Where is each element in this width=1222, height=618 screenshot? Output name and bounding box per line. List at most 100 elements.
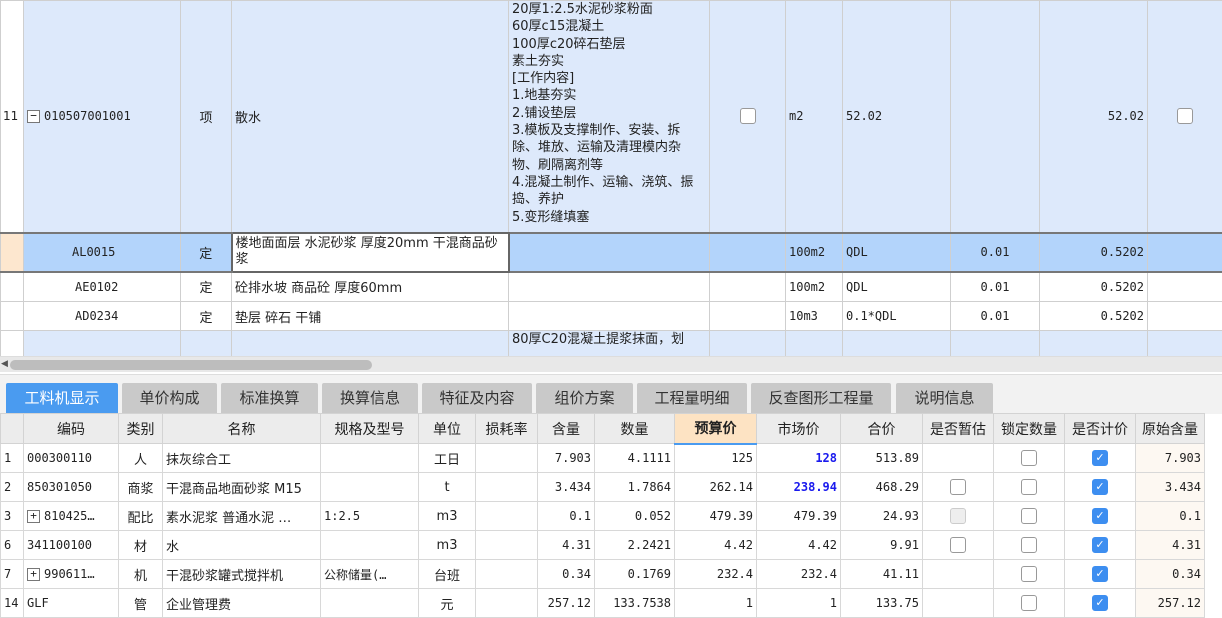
resource-row[interactable]: 1000300110人抹灰综合工工日7.9034.1111125128513.8… (1, 444, 1205, 473)
provisional-checkbox[interactable] (950, 508, 966, 524)
tab-quantity-detail[interactable]: 工程量明细 (637, 383, 747, 414)
resource-row[interactable]: 7+990611…机干混砂浆罐式搅拌机公称储量(…台班0.340.1769232… (1, 560, 1205, 589)
checkbox[interactable] (740, 108, 756, 124)
resource-content[interactable]: 4.31 (538, 531, 595, 560)
resource-row[interactable]: 2850301050商浆干混商品地面砂浆 M15t3.4341.7864262.… (1, 473, 1205, 502)
bill-row[interactable]: 11 −010507001001 项 散水 20厚1:2.5水泥砂浆粉面 60厚… (1, 1, 1222, 233)
scroll-left-icon[interactable]: ◀ (1, 359, 8, 369)
lock-qty-checkbox[interactable] (1021, 508, 1037, 524)
col-total[interactable]: 合价 (841, 414, 923, 444)
is-priced-checkbox[interactable]: ✓ (1092, 450, 1108, 466)
tab-standard-conversion[interactable]: 标准换算 (221, 383, 318, 414)
col-code[interactable]: 编码 (24, 414, 119, 444)
item-coef (951, 1, 1040, 233)
resource-code: +810425… (24, 502, 119, 531)
resource-unit: m3 (419, 531, 476, 560)
col-unit[interactable]: 单位 (419, 414, 476, 444)
quota-unit: 100m2 (786, 272, 843, 302)
lock-qty-cell (994, 473, 1065, 502)
lock-qty-cell (994, 531, 1065, 560)
resource-unit: 工日 (419, 444, 476, 473)
quota-unit: 10m3 (786, 302, 843, 331)
col-name[interactable]: 名称 (163, 414, 321, 444)
row-number: 6 (1, 531, 24, 560)
col-content[interactable]: 含量 (538, 414, 595, 444)
item-unit: m2 (786, 1, 843, 233)
resource-row[interactable]: 6341100100材水m34.312.24214.424.429.91✓4.3… (1, 531, 1205, 560)
col-loss-rate[interactable]: 损耗率 (476, 414, 538, 444)
lock-qty-checkbox[interactable] (1021, 595, 1037, 611)
scrollbar-thumb[interactable] (10, 360, 372, 370)
is-priced-checkbox[interactable]: ✓ (1092, 595, 1108, 611)
lock-qty-checkbox[interactable] (1021, 479, 1037, 495)
lock-qty-checkbox[interactable] (1021, 566, 1037, 582)
resource-spec (321, 444, 419, 473)
horizontal-scrollbar[interactable]: ◀ (0, 356, 1222, 372)
resource-market-price[interactable]: 1 (757, 589, 841, 618)
header-row: 编码 类别 名称 规格及型号 单位 损耗率 含量 数量 预算价 市场价 合价 是… (1, 414, 1205, 444)
resource-row[interactable]: 3+810425…配比素水泥浆 普通水泥 …1:2.5m30.10.052479… (1, 502, 1205, 531)
quota-expr: QDL (843, 272, 951, 302)
bill-row[interactable]: 80厚C20混凝土提浆抹面，划 (1, 331, 1222, 357)
lock-qty-checkbox[interactable] (1021, 537, 1037, 553)
checkbox[interactable] (1177, 108, 1193, 124)
resource-total: 41.11 (841, 560, 923, 589)
tab-labor-material-machine[interactable]: 工料机显示 (6, 383, 118, 414)
col-category[interactable]: 类别 (119, 414, 163, 444)
provisional-cell (923, 444, 994, 473)
expand-toggle[interactable]: + (27, 568, 40, 581)
tab-conversion-info[interactable]: 换算信息 (322, 383, 418, 414)
resource-code: GLF (24, 589, 119, 618)
col-market-price[interactable]: 市场价 (757, 414, 841, 444)
resource-total: 9.91 (841, 531, 923, 560)
collapse-toggle[interactable]: − (27, 110, 40, 123)
provisional-checkbox[interactable] (950, 537, 966, 553)
tab-description[interactable]: 说明信息 (896, 383, 993, 414)
resource-name: 素水泥浆 普通水泥 … (163, 502, 321, 531)
resource-content[interactable]: 7.903 (538, 444, 595, 473)
quota-row[interactable]: AE0102 定 砼排水坡 商品砼 厚度60mm 100m2 QDL 0.01 … (1, 272, 1222, 302)
resource-content[interactable]: 0.1 (538, 502, 595, 531)
col-quantity[interactable]: 数量 (595, 414, 675, 444)
resource-market-price[interactable]: 232.4 (757, 560, 841, 589)
col-lock-qty[interactable]: 锁定数量 (994, 414, 1065, 444)
expand-toggle[interactable]: + (27, 510, 40, 523)
code-text: 341100100 (27, 538, 92, 552)
quota-row[interactable]: AD0234 定 垫层 碎石 干铺 10m3 0.1*QDL 0.01 0.52… (1, 302, 1222, 331)
is-priced-checkbox[interactable]: ✓ (1092, 566, 1108, 582)
tab-pricing-scheme[interactable]: 组价方案 (536, 383, 633, 414)
resource-market-price[interactable]: 238.94 (757, 473, 841, 502)
is-priced-checkbox[interactable]: ✓ (1092, 537, 1108, 553)
resource-content[interactable]: 3.434 (538, 473, 595, 502)
lock-qty-checkbox[interactable] (1021, 450, 1037, 466)
resource-market-price[interactable]: 4.42 (757, 531, 841, 560)
resource-content[interactable]: 257.12 (538, 589, 595, 618)
tab-unit-price-composition[interactable]: 单价构成 (122, 383, 217, 414)
resource-market-price[interactable]: 479.39 (757, 502, 841, 531)
resource-content[interactable]: 0.34 (538, 560, 595, 589)
col-original-content[interactable]: 原始含量 (1136, 414, 1205, 444)
resource-row[interactable]: 14GLF管企业管理费元257.12133.753811133.75✓257.1… (1, 589, 1205, 618)
quota-row[interactable]: AL0015 定 楼地面面层 水泥砂浆 厚度20mm 干混商品砂浆 100m2 … (1, 233, 1222, 272)
feature-line: 2.铺设垫层 (512, 105, 706, 122)
provisional-checkbox[interactable] (950, 479, 966, 495)
resource-original-content: 0.1 (1136, 502, 1205, 531)
col-is-priced[interactable]: 是否计价 (1065, 414, 1136, 444)
col-spec[interactable]: 规格及型号 (321, 414, 419, 444)
col-provisional[interactable]: 是否暂估 (923, 414, 994, 444)
resource-total: 468.29 (841, 473, 923, 502)
resource-category: 机 (119, 560, 163, 589)
tab-reverse-graphic-quantity[interactable]: 反查图形工程量 (751, 383, 891, 414)
col-budget-price[interactable]: 预算价 (675, 414, 757, 444)
resource-quantity: 133.7538 (595, 589, 675, 618)
feature-line: 4.混凝土制作、运输、浇筑、振捣、养护 (512, 174, 706, 209)
resource-budget-price: 479.39 (675, 502, 757, 531)
provisional-cell (923, 531, 994, 560)
quota-name-input[interactable]: 楼地面面层 水泥砂浆 厚度20mm 干混商品砂浆 (232, 233, 509, 272)
row-number: 1 (1, 444, 24, 473)
is-priced-checkbox[interactable]: ✓ (1092, 508, 1108, 524)
is-priced-checkbox[interactable]: ✓ (1092, 479, 1108, 495)
tab-features-content[interactable]: 特征及内容 (422, 383, 532, 414)
resource-market-price[interactable]: 128 (757, 444, 841, 473)
resource-unit: 元 (419, 589, 476, 618)
